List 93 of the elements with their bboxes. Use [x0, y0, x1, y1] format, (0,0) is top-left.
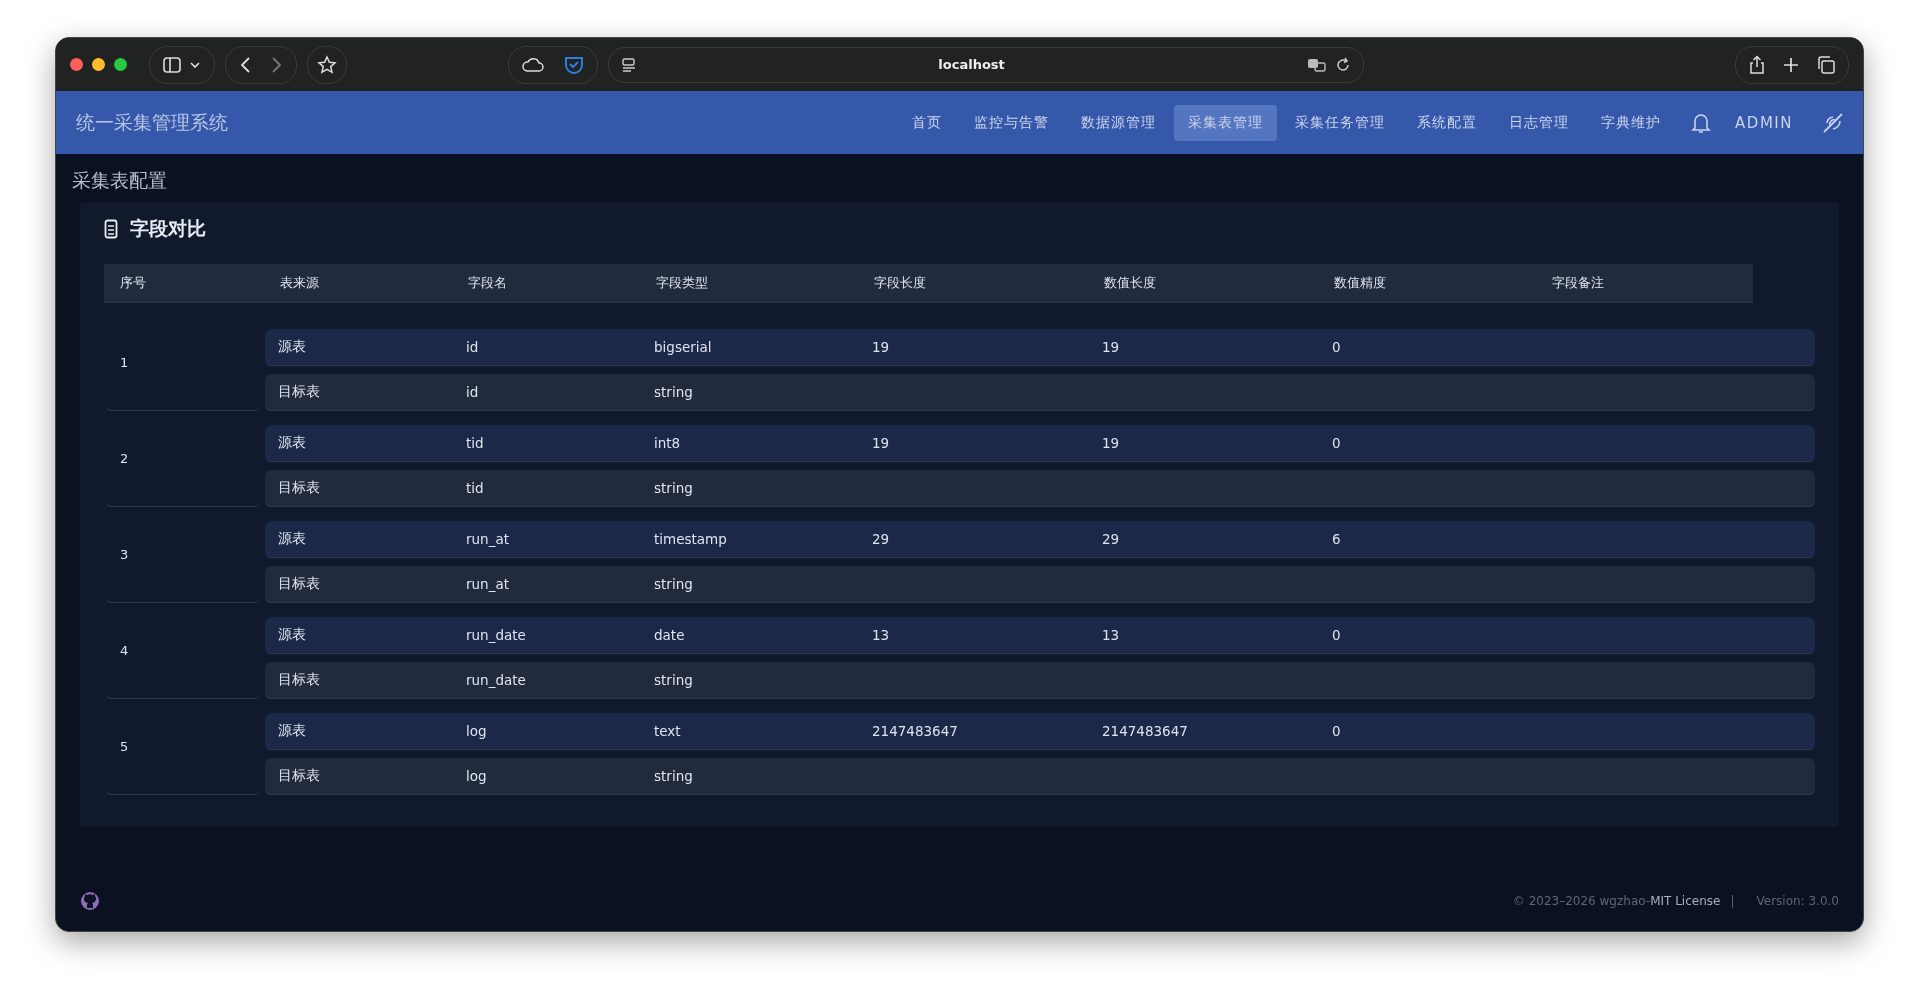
table-cell: run_at — [466, 576, 509, 592]
table-cell: 源表 — [278, 338, 306, 354]
table-cell: 29 — [1102, 531, 1120, 547]
table-cell: id — [466, 384, 479, 400]
nav-tab[interactable]: 采集任务管理 — [1281, 104, 1400, 141]
nav-tab[interactable]: 采集表管理 — [1174, 104, 1278, 141]
translate-icon[interactable] — [1306, 56, 1327, 73]
app-title: 统一采集管理系统 — [76, 109, 228, 135]
table-cell: string — [654, 384, 693, 400]
github-icon[interactable] — [80, 891, 100, 911]
star-icon[interactable] — [317, 54, 337, 75]
table-cell: 目标表 — [278, 671, 320, 687]
row-number: 2 — [120, 451, 129, 466]
table-cell: log — [466, 723, 487, 739]
table-cell: run_date — [466, 672, 526, 688]
table-cell: 13 — [1102, 627, 1120, 643]
table-cell: bigserial — [654, 339, 712, 355]
column-header: 数值精度 — [1333, 274, 1387, 292]
table-cell: 0 — [1332, 339, 1341, 355]
table-cell: 6 — [1332, 531, 1341, 547]
separator: | — [1730, 894, 1735, 908]
page-menu-icon[interactable] — [620, 56, 637, 73]
column-header: 字段长度 — [873, 274, 927, 292]
table-cell: 19 — [1102, 435, 1120, 451]
minimize-window-button[interactable] — [92, 58, 105, 71]
table-cell: string — [654, 672, 693, 688]
table-cell: string — [654, 768, 693, 784]
column-header: 字段类型 — [655, 274, 709, 292]
license-link[interactable]: MIT License — [1650, 894, 1721, 908]
nav-tab[interactable]: 系统配置 — [1403, 104, 1492, 141]
row-number: 1 — [120, 355, 129, 370]
share-icon[interactable] — [1748, 54, 1766, 75]
row-number: 4 — [120, 643, 129, 658]
nav-tab[interactable]: 数据源管理 — [1067, 104, 1171, 141]
theme-toggle-icon[interactable] — [1821, 110, 1845, 135]
table-cell: string — [654, 576, 693, 592]
cloud-icon[interactable] — [520, 55, 545, 74]
sidebar-toggle-icon[interactable] — [162, 54, 202, 75]
table-cell: int8 — [654, 435, 681, 451]
copyright-text: © 2023–2026 wgzhao- — [1512, 894, 1651, 908]
table-cell: 13 — [872, 627, 890, 643]
table-cell: 29 — [872, 531, 890, 547]
table-cell: id — [466, 339, 479, 355]
nav-tab[interactable]: 字典维护 — [1587, 104, 1676, 141]
table-cell: 目标表 — [278, 575, 320, 591]
table-cell: 2147483647 — [872, 723, 958, 739]
table-cell: 目标表 — [278, 383, 320, 399]
url-text: localhost — [937, 57, 1006, 72]
table-cell: 目标表 — [278, 479, 320, 495]
notification-bell-icon[interactable] — [1691, 111, 1712, 134]
table-cell: 源表 — [278, 626, 306, 642]
tabs-overview-icon[interactable] — [1816, 54, 1836, 75]
row-number: 3 — [120, 547, 129, 562]
table-cell: string — [654, 480, 693, 496]
page-title: 采集表配置 — [72, 168, 168, 193]
table-cell: 源表 — [278, 530, 306, 546]
table-cell: 19 — [872, 435, 890, 451]
column-header: 字段备注 — [1551, 274, 1605, 292]
reload-icon[interactable] — [1334, 56, 1351, 73]
dialog-title: 字段对比 — [130, 216, 206, 241]
table-cell: run_date — [466, 627, 526, 643]
table-cell: tid — [466, 480, 484, 496]
nav-tab[interactable]: 首页 — [898, 104, 957, 141]
list-icon — [104, 219, 118, 239]
table-cell: 0 — [1332, 627, 1341, 643]
user-menu[interactable]: ADMIN — [1735, 113, 1793, 132]
table-cell: 2147483647 — [1102, 723, 1188, 739]
column-header: 数值长度 — [1103, 274, 1157, 292]
table-cell: run_at — [466, 531, 509, 547]
table-cell: 源表 — [278, 722, 306, 738]
table-cell: timestamp — [654, 531, 727, 547]
version-text: Version: 3.0.0 — [1756, 894, 1839, 908]
table-cell: 0 — [1332, 435, 1341, 451]
table-cell: 0 — [1332, 723, 1341, 739]
nav-tab[interactable]: 日志管理 — [1495, 104, 1584, 141]
address-bar[interactable]: localhost — [607, 46, 1364, 83]
column-header: 序号 — [119, 274, 147, 292]
zoom-window-button[interactable] — [114, 58, 127, 71]
table-cell: text — [654, 723, 681, 739]
table-cell: tid — [466, 435, 484, 451]
table-cell: date — [654, 627, 685, 643]
table-cell: 目标表 — [278, 767, 320, 783]
close-window-button[interactable] — [70, 58, 83, 71]
table-cell: log — [466, 768, 487, 784]
table-cell: 源表 — [278, 434, 306, 450]
table-cell: 19 — [1102, 339, 1120, 355]
column-header: 字段名 — [467, 274, 508, 292]
column-header: 表来源 — [279, 274, 320, 292]
row-number: 5 — [120, 739, 129, 754]
new-tab-icon[interactable] — [1782, 55, 1800, 74]
nav-tab[interactable]: 监控与告警 — [960, 104, 1064, 141]
table-cell: 19 — [872, 339, 890, 355]
shield-icon[interactable] — [562, 54, 585, 75]
